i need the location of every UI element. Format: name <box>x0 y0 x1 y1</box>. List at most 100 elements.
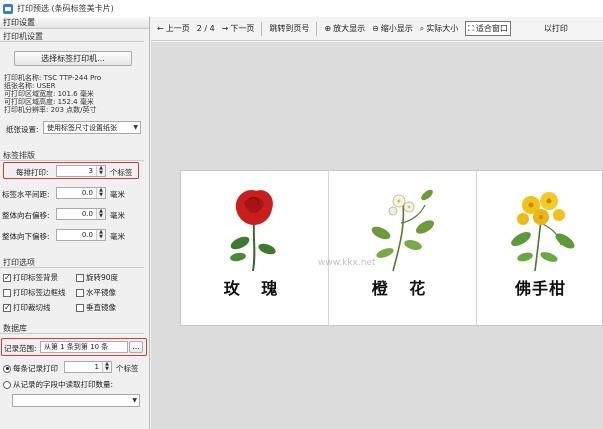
per-record-value: 1 <box>94 363 99 371</box>
checkbox-label: 打印标签边框线 <box>13 288 66 297</box>
label-card-rose: 玫 瑰 <box>181 171 329 325</box>
prev-page-button[interactable]: ← 上一页 <box>157 23 190 34</box>
stepper-arrows-icon[interactable]: ▲ ▼ <box>102 362 111 372</box>
h-spacing-value: 0.0 <box>81 189 93 197</box>
chevron-down-icon: ▼ <box>132 397 137 404</box>
down-offset-value: 0.0 <box>81 231 93 239</box>
window-title: 打印预选 (条码标签美卡片) <box>17 4 114 13</box>
settings-panel: 打印设置 打印机设置 选择标签打印机... 打印机名称: TSC TTP-244… <box>0 17 150 429</box>
fit-window-button[interactable]: ⛶ 适合窗口 <box>465 21 511 36</box>
checkbox-icon[interactable] <box>76 303 84 312</box>
paper-setting-select[interactable]: 使用标签尺寸设置纸张 ▼ <box>43 121 141 134</box>
per-row-stepper[interactable]: 3 ▲ ▼ <box>56 165 106 177</box>
rotate-90-checkbox[interactable]: 旋转90度 <box>76 272 118 283</box>
stepper-arrows-icon[interactable]: ▲ ▼ <box>96 230 105 240</box>
printer-info-resolution: 打印机分辨率: 203 点数/英寸 <box>4 106 97 114</box>
print-button[interactable]: 以打印 <box>544 23 568 34</box>
record-range-button[interactable]: ... <box>129 341 143 353</box>
arrow-left-icon: ← <box>157 24 164 33</box>
card-label: 玫 瑰 <box>223 279 286 298</box>
per-row-unit: 个标签 <box>110 168 133 177</box>
checkbox-icon[interactable] <box>76 288 84 297</box>
actual-size-label: 实际大小 <box>426 24 459 33</box>
checkbox-icon[interactable] <box>76 273 84 282</box>
right-offset-stepper[interactable]: 0.0 ▲ ▼ <box>56 208 106 220</box>
prev-label: 上一页 <box>165 24 190 33</box>
stepper-arrows-icon[interactable]: ▲ ▼ <box>96 209 105 219</box>
next-page-button[interactable]: → 下一页 <box>222 23 255 34</box>
search-icon: ⌕ <box>419 23 425 33</box>
printer-info-name: 打印机名称: TSC TTP-244 Pro <box>4 74 102 82</box>
printer-info-paper: 纸张名称: USER <box>4 82 56 90</box>
h-spacing-label: 标签水平间距: <box>2 190 50 199</box>
per-record-unit: 个标签 <box>116 364 139 373</box>
checkbox-label: 水平镜像 <box>86 288 116 297</box>
bergamot-image <box>510 192 574 272</box>
stepper-arrows-icon[interactable]: ▲ ▼ <box>96 166 105 176</box>
down-offset-label: 整体向下偏移: <box>2 232 50 241</box>
print-background-checkbox[interactable]: 打印标签背景 <box>3 272 58 283</box>
label-card-neroli: 橙 花 <box>329 171 477 325</box>
from-field-radio[interactable]: 从记录的字段中读取打印数量: <box>3 379 113 390</box>
from-field-label: 从记录的字段中读取打印数量: <box>13 380 114 389</box>
goto-page-button[interactable]: 跳转到页号 <box>269 23 309 34</box>
per-record-label: 每条记录打印 <box>13 364 58 373</box>
next-label: 下一页 <box>230 24 255 33</box>
actual-size-button[interactable]: ⌕ 实际大小 <box>420 23 458 34</box>
right-offset-value: 0.0 <box>81 210 93 218</box>
stepper-arrows-icon[interactable]: ▲ ▼ <box>96 188 105 198</box>
paper-setting-value: 使用标签尺寸设置纸张 <box>47 124 117 132</box>
h-mirror-checkbox[interactable]: 水平镜像 <box>76 287 116 298</box>
chevron-down-icon: ▼ <box>133 124 138 131</box>
checkbox-checked-icon[interactable] <box>3 303 11 312</box>
select-printer-button[interactable]: 选择标签打印机... <box>14 51 132 66</box>
checkbox-checked-icon[interactable] <box>3 273 11 282</box>
record-range-label: 记录范围: <box>4 344 37 353</box>
printer-group: 打印机设置 选择标签打印机... 打印机名称: TSC TTP-244 Pro … <box>0 31 149 141</box>
card-label: 橙 花 <box>371 279 434 298</box>
zoom-in-button[interactable]: ⊕ 放大显示 <box>324 23 365 34</box>
radio-icon[interactable] <box>3 380 11 389</box>
options-section-title: 打印选项 <box>0 257 144 268</box>
database-section-title: 数据库 <box>0 323 144 334</box>
title-bar: 打印预选 (条码标签美卡片) <box>0 0 603 17</box>
per-row-label: 每排打印: <box>16 168 49 177</box>
database-group: 数据库 记录范围: 从第 1 条到第 10 条 ... 每条记录打印 1 ▲ ▼ … <box>0 323 149 423</box>
zoom-out-button[interactable]: ⊖ 缩小显示 <box>372 23 413 34</box>
label-sheet: 玫 瑰 橙 花 佛手柑 <box>180 170 603 326</box>
zoom-out-label: 缩小显示 <box>380 24 413 33</box>
printer-section-title: 打印机设置 <box>0 31 144 42</box>
printer-info-height: 可打印区域高度: 152.4 毫米 <box>4 98 94 106</box>
panel-header: 打印设置 <box>0 17 149 29</box>
preview-area: 玫 瑰 橙 花 佛手柑 www.kkx.net <box>151 42 603 429</box>
print-border-checkbox[interactable]: 打印标签边框线 <box>3 287 66 298</box>
per-record-stepper[interactable]: 1 ▲ ▼ <box>64 361 112 373</box>
down-offset-stepper[interactable]: 0.0 ▲ ▼ <box>56 229 106 241</box>
record-range-input[interactable]: 从第 1 条到第 10 条 <box>40 341 128 353</box>
print-preview-window: 打印预选 (条码标签美卡片) 打印设置 打印机设置 选择标签打印机... 打印机… <box>0 0 603 429</box>
fit-window-icon: ⛶ <box>468 23 474 33</box>
layout-section-title: 标签排版 <box>0 150 144 161</box>
per-record-radio[interactable]: 每条记录打印 <box>3 363 58 374</box>
app-icon <box>3 3 13 14</box>
checkbox-icon[interactable] <box>3 288 11 297</box>
per-row-value: 3 <box>88 167 93 175</box>
print-cutline-checkbox[interactable]: 打印裁切线 <box>3 302 51 313</box>
zoom-in-label: 放大显示 <box>333 24 366 33</box>
from-field-select[interactable]: ▼ <box>12 394 140 407</box>
radio-selected-icon[interactable] <box>3 364 11 373</box>
toolbar: ← 上一页 2 / 4 → 下一页 跳转到页号 ⊕ 放大显示 ⊖ 缩小显示 ⌕ 实际大小 … <box>151 17 603 41</box>
h-spacing-unit: 毫米 <box>110 190 125 199</box>
layout-group: 标签排版 每排打印: 3 ▲ ▼ 个标签 标签水平间距: 0.0 ▲ ▼ 毫米 整体… <box>0 150 149 250</box>
fit-window-label: 适合窗口 <box>475 24 508 33</box>
label-card-bergamot: 佛手柑 <box>477 171 603 325</box>
checkbox-label: 旋转90度 <box>86 273 119 282</box>
v-mirror-checkbox[interactable]: 垂直镜像 <box>76 302 116 313</box>
h-spacing-stepper[interactable]: 0.0 ▲ ▼ <box>56 187 106 199</box>
zoom-out-icon: ⊖ <box>372 24 379 33</box>
toolbar-divider <box>261 21 263 36</box>
watermark-text: www.kkx.net <box>318 258 376 268</box>
right-offset-label: 整体向右偏移: <box>2 211 50 220</box>
card-label: 佛手柑 <box>514 279 566 298</box>
down-offset-unit: 毫米 <box>110 232 125 241</box>
